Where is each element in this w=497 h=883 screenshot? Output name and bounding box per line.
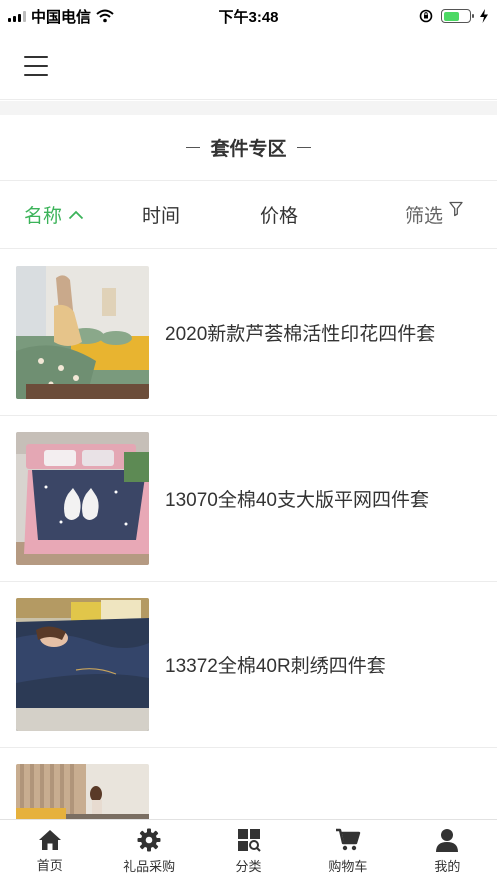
clock: 下午3:48 xyxy=(218,8,279,26)
sort-by-price-label: 价格 xyxy=(260,206,299,227)
sort-by-name-label: 名称 xyxy=(24,206,63,227)
charging-bolt-icon xyxy=(480,9,488,23)
tab-my-label: 我的 xyxy=(434,859,461,874)
sort-by-time-label: 时间 xyxy=(142,206,181,227)
title-dash-left xyxy=(186,147,201,148)
product-item[interactable]: 13070全棉40支大版平网四件套 xyxy=(0,416,497,582)
hamburger-menu-icon[interactable] xyxy=(24,55,48,76)
carrier-name: 中国电信 xyxy=(31,8,92,26)
tab-home-label: 首页 xyxy=(36,858,63,873)
status-bar: 中国电信 下午3:48 xyxy=(0,0,497,32)
title-dash-right xyxy=(296,147,311,148)
product-image xyxy=(16,598,149,731)
bottom-tab-bar: 首页 礼品采购 分类 购物车 我的 xyxy=(0,819,497,883)
product-item[interactable]: 13372全棉40R刺绣四件套 xyxy=(0,582,497,748)
sort-by-time[interactable]: 时间 xyxy=(142,201,180,228)
tab-cart-label: 购物车 xyxy=(328,859,368,874)
tab-gift-purchase-label: 礼品采购 xyxy=(123,859,176,874)
status-left: 中国电信 xyxy=(8,6,114,27)
tab-cart[interactable]: 购物车 xyxy=(298,820,397,883)
header-spacer xyxy=(0,101,497,115)
category-search-icon xyxy=(237,829,261,852)
sort-bar: 名称 时间 价格 筛选 xyxy=(0,181,497,249)
cart-icon xyxy=(335,828,361,851)
chevron-up-icon xyxy=(68,210,84,219)
filter-label: 筛选 xyxy=(405,206,444,227)
product-image xyxy=(16,432,149,565)
orientation-lock-icon xyxy=(419,9,433,23)
status-right xyxy=(419,9,489,23)
section-title: 套件专区 xyxy=(0,115,497,181)
battery-icon xyxy=(441,9,474,23)
home-icon xyxy=(38,830,61,850)
tab-my[interactable]: 我的 xyxy=(398,820,497,883)
tab-home[interactable]: 首页 xyxy=(0,820,99,883)
product-item[interactable]: 2020新款芦荟棉活性印花四件套 xyxy=(0,250,497,416)
user-icon xyxy=(436,829,459,852)
app-header xyxy=(0,32,497,100)
gear-icon xyxy=(137,828,161,852)
filter-icon xyxy=(449,201,463,216)
tab-category-label: 分类 xyxy=(235,859,262,874)
section-title-text: 套件专区 xyxy=(210,139,287,160)
battery-level xyxy=(443,11,459,21)
sort-by-name[interactable]: 名称 xyxy=(24,201,84,228)
product-list: 2020新款芦荟棉活性印花四件套 13070全棉40支大版平网四件套 13372… xyxy=(0,250,497,883)
product-image xyxy=(16,266,149,399)
product-name: 2020新款芦荟棉活性印花四件套 xyxy=(165,324,436,345)
sort-by-price[interactable]: 价格 xyxy=(260,201,298,228)
filter-button[interactable]: 筛选 xyxy=(405,201,463,228)
wifi-icon xyxy=(96,9,114,23)
tab-gift-purchase[interactable]: 礼品采购 xyxy=(99,820,198,883)
product-name: 13070全棉40支大版平网四件套 xyxy=(165,490,429,511)
app-screen: 中国电信 下午3:48 套件专区 名称 时间 价格 筛选 2020新款芦荟棉活性… xyxy=(0,0,497,883)
product-name: 13372全棉40R刺绣四件套 xyxy=(165,656,386,677)
signal-strength-icon xyxy=(8,10,26,22)
tab-category[interactable]: 分类 xyxy=(199,820,298,883)
